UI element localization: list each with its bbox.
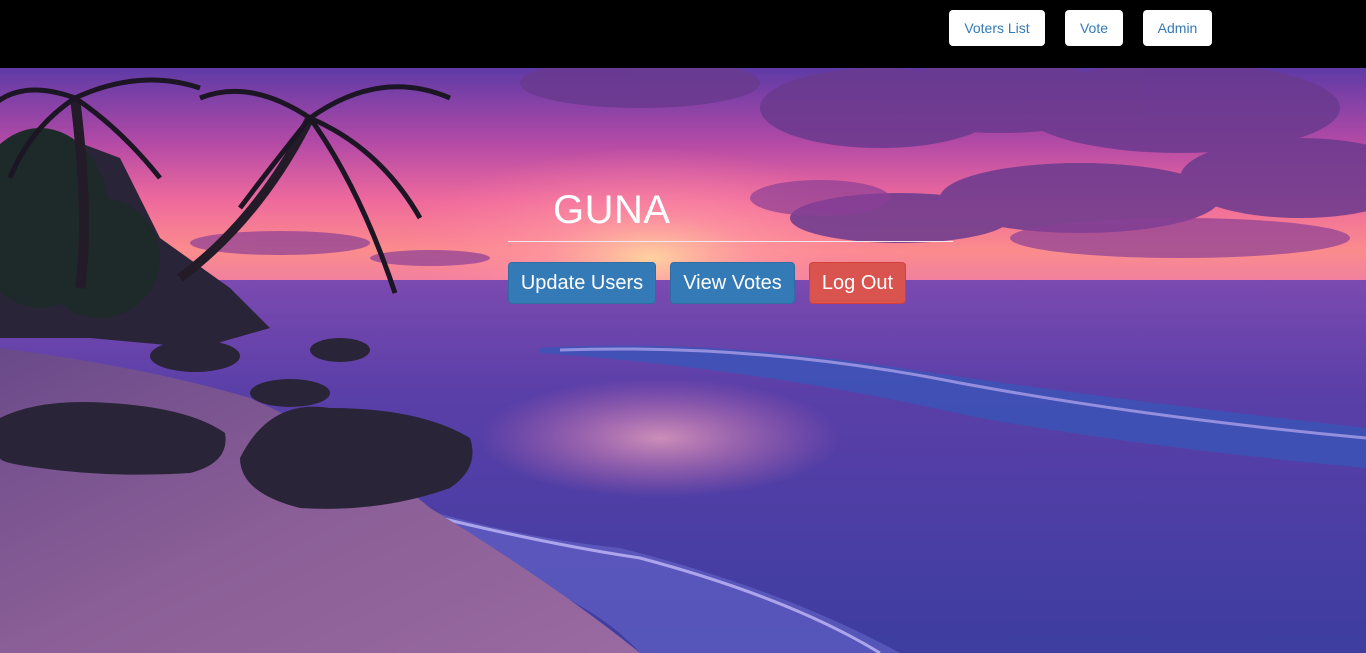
beach-sunset-background: GUNA Update Users View Votes Log Out	[0, 68, 1366, 653]
log-out-button[interactable]: Log Out	[809, 262, 906, 304]
update-users-button[interactable]: Update Users	[508, 262, 656, 304]
voters-list-button[interactable]: Voters List	[949, 10, 1045, 46]
background-scene	[0, 68, 1366, 653]
vote-button[interactable]: Vote	[1065, 10, 1123, 46]
admin-button[interactable]: Admin	[1143, 10, 1212, 46]
title-divider	[508, 241, 953, 242]
page-title: GUNA	[553, 188, 671, 232]
view-votes-button[interactable]: View Votes	[670, 262, 795, 304]
top-navbar: Voters List Vote Admin	[0, 0, 1366, 68]
